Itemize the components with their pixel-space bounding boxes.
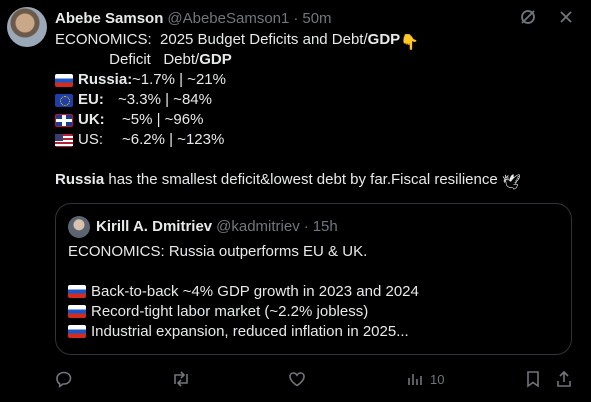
dove-icon: 🕊 <box>501 174 521 191</box>
quoted-author-name[interactable]: Kirill A. Dmitriev <box>96 218 212 235</box>
reply-button[interactable] <box>55 370 73 388</box>
author-handle[interactable]: @AbebeSamson1 <box>167 10 289 27</box>
heart-icon <box>289 372 305 387</box>
quoted-line-1: ECONOMICS: Russia outperforms EU & UK. <box>68 243 368 260</box>
author-avatar[interactable] <box>7 7 47 47</box>
separator-dot: · <box>293 9 299 27</box>
post-time[interactable]: 50m <box>302 10 331 27</box>
stat-row-uk: UK: ~5% | ~96% <box>55 110 575 130</box>
post-header: Abebe Samson @AbebeSamson1 · 50m <box>55 8 332 28</box>
reply-icon <box>56 371 72 388</box>
separator-dot: · <box>303 218 309 235</box>
quoted-post-header: Kirill A. Dmitriev @kadmitriev · 15h <box>96 218 338 235</box>
post-line-1: ECONOMICS: 2025 Budget Deficits and Debt… <box>55 31 419 51</box>
repost-button[interactable] <box>171 370 191 388</box>
action-bar: 10 <box>55 370 575 390</box>
close-icon[interactable] <box>559 10 573 24</box>
share-button[interactable] <box>555 370 573 388</box>
eu-flag-icon <box>55 93 73 107</box>
repost-icon <box>174 371 188 387</box>
stat-row-us: US: ~6.2% | ~123% <box>55 130 575 150</box>
top-icons <box>519 8 573 26</box>
russia-flag-icon <box>55 73 73 87</box>
post-line-2: Deficit Debt/GDP <box>55 51 232 68</box>
stat-row-eu: EU: ~3.3% | ~84% <box>55 90 575 110</box>
quoted-author-avatar[interactable] <box>68 216 90 238</box>
post-body: ECONOMICS: 2025 Budget Deficits and Debt… <box>55 30 575 191</box>
quoted-post-time[interactable]: 15h <box>313 218 338 235</box>
russia-flag-icon <box>68 285 86 298</box>
views-count: 10 <box>430 371 445 387</box>
quoted-author-handle[interactable]: @kadmitriev <box>216 218 300 235</box>
quoted-post-body: ECONOMICS: Russia outperforms EU & UK. B… <box>68 242 563 342</box>
uk-flag-icon <box>55 113 73 127</box>
views-button[interactable]: 10 <box>406 370 444 388</box>
post-summary: Russia has the smallest deficit&lowest d… <box>55 171 521 191</box>
quoted-bullet: Record-tight labor market (~2.2% jobless… <box>68 302 563 322</box>
pointing-down-icon: 👇 <box>400 34 419 51</box>
us-flag-icon <box>55 133 73 147</box>
grok-icon[interactable] <box>519 8 537 26</box>
russia-flag-icon <box>68 305 86 318</box>
author-name[interactable]: Abebe Samson <box>55 10 163 27</box>
bookmark-button[interactable] <box>525 370 541 388</box>
stat-row-russia: Russia: ~1.7% | ~21% <box>55 70 575 90</box>
like-button[interactable] <box>288 370 306 388</box>
russia-flag-icon <box>68 325 86 338</box>
bookmark-icon <box>527 371 539 388</box>
quoted-post[interactable]: Kirill A. Dmitriev @kadmitriev · 15h ECO… <box>55 203 572 355</box>
views-icon <box>408 374 422 385</box>
share-icon <box>557 370 571 387</box>
quoted-bullet: Back-to-back ~4% GDP growth in 2023 and … <box>68 282 563 302</box>
quoted-bullet: Industrial expansion, reduced inflation … <box>68 322 563 342</box>
